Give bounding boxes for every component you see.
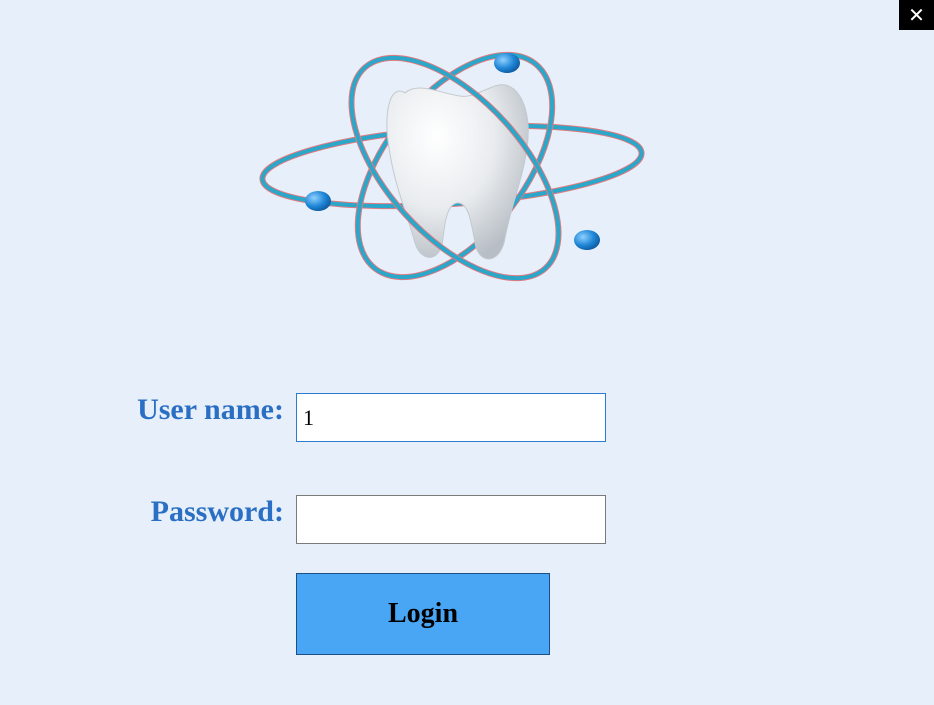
password-label: Password: xyxy=(150,495,284,528)
close-button[interactable]: ✕ xyxy=(899,0,934,30)
username-label: User name: xyxy=(137,393,284,426)
tooth-atom-logo xyxy=(259,51,645,282)
username-input[interactable] xyxy=(296,393,606,442)
login-button[interactable]: Login xyxy=(296,573,550,655)
password-input[interactable] xyxy=(296,495,606,544)
close-icon: ✕ xyxy=(908,3,925,27)
login-window: ✕ User name: P xyxy=(0,0,934,705)
